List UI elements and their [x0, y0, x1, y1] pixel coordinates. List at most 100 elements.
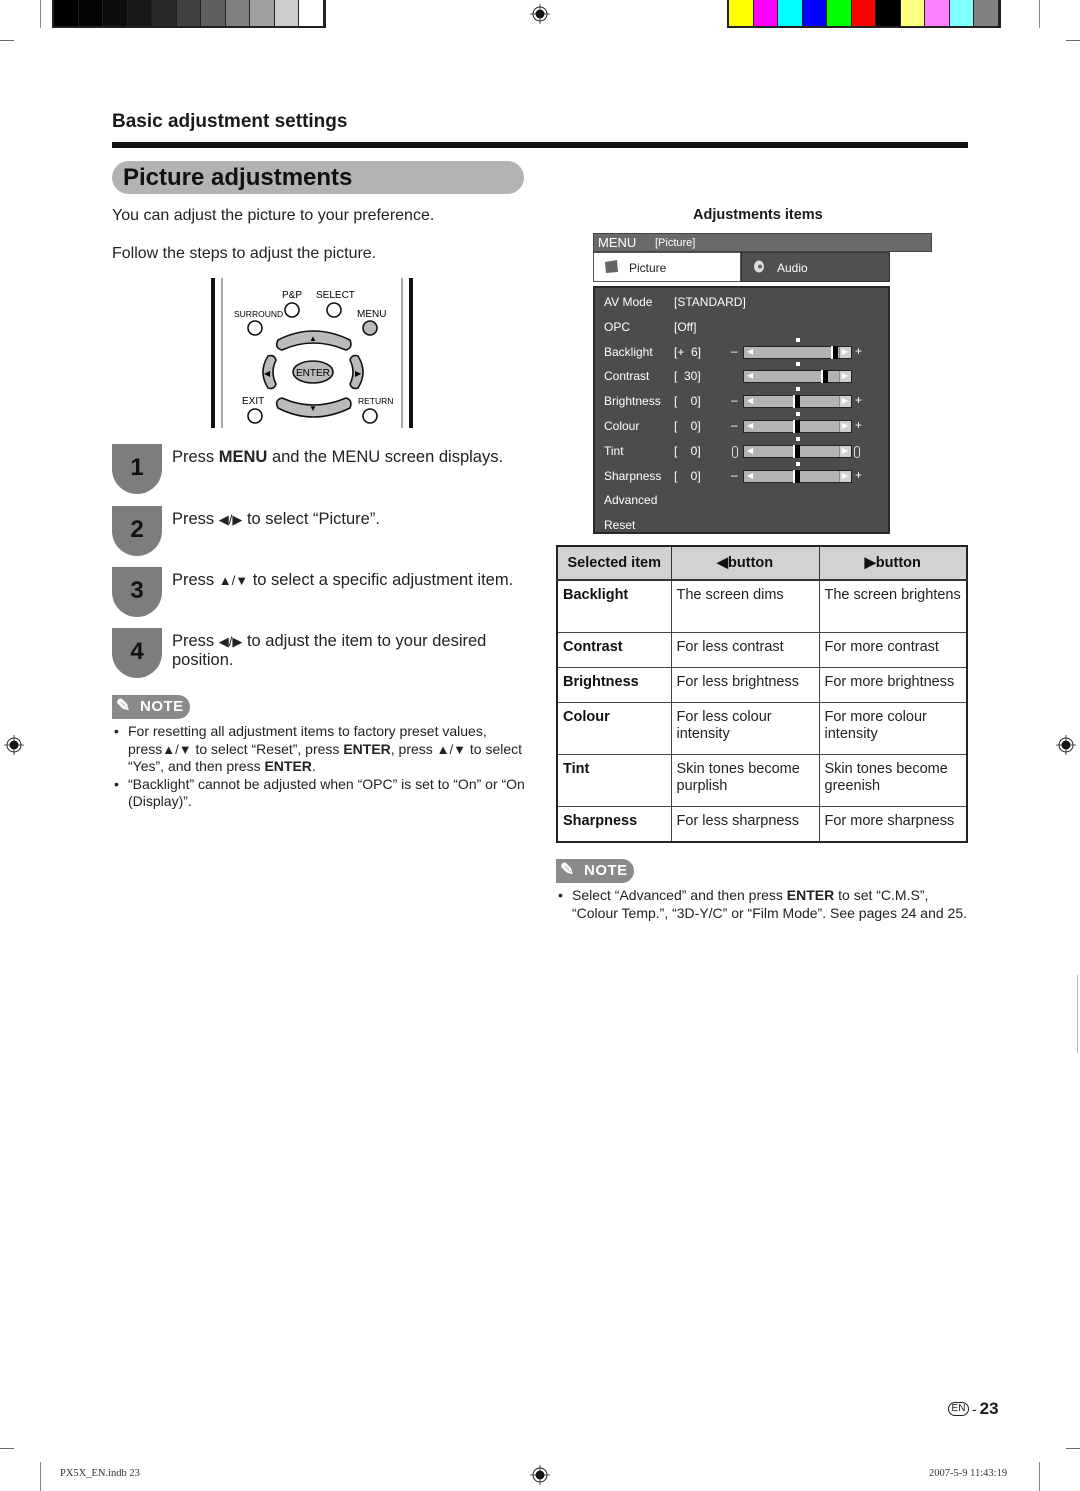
menu-item-av-mode[interactable]: AV Mode [STANDARD] [604, 292, 884, 312]
slider-right-arrow-icon[interactable]: ▶ [842, 371, 848, 380]
slider-left-arrow-icon[interactable]: ◀ [747, 446, 753, 455]
menu-item-opc[interactable]: OPC [Off] [604, 317, 884, 337]
surround-button-icon [247, 320, 263, 336]
slider-knob[interactable] [793, 420, 800, 433]
up-down-arrows-icon: ▲/▼ [218, 573, 249, 588]
tab-picture[interactable]: Picture [593, 252, 741, 282]
slider-center-marker [796, 412, 800, 416]
enter-label: ENTER [296, 368, 330, 379]
trim-line [1077, 975, 1078, 1053]
menu-item-label: Reset [604, 518, 636, 533]
registration-mark-icon [530, 4, 550, 24]
step-number-badge: 2 [112, 506, 162, 556]
menu-item-label: Contrast [604, 369, 650, 384]
slider-knob[interactable] [820, 370, 828, 384]
step-text: Press ▲/▼ to select a specific adjustmen… [172, 571, 514, 589]
menu-path: [Picture] [655, 237, 696, 249]
trim-line [1066, 1448, 1080, 1449]
plus-icon: + [855, 418, 863, 432]
table-row: Backlight The screen dims The screen brigh… [556, 579, 968, 633]
calibration-swatch [851, 0, 876, 26]
plus-icon: + [855, 467, 863, 482]
calibration-swatch [827, 0, 852, 26]
calibration-swatch [127, 0, 152, 26]
menu-item-value: [STANDARD] [674, 295, 746, 309]
trim-line [1066, 40, 1080, 41]
menu-item-reset[interactable]: Reset [604, 515, 884, 535]
plus-icon: + [855, 393, 863, 408]
slider[interactable]: ◀ ▶ [743, 362, 852, 384]
menu-item-value: [ 0] [674, 394, 701, 409]
slider[interactable]: ◀ ▶ [743, 461, 852, 483]
step-number-badge: 1 [112, 444, 162, 494]
calibration-swatch [802, 0, 827, 26]
slider-center-marker [796, 461, 800, 466]
table-row: Brightness For less brightness For more br… [556, 666, 968, 703]
intro-text: You can adjust the picture to your prefe… [112, 207, 435, 224]
slider-knob[interactable] [793, 469, 800, 483]
left-right-arrows-icon: ◀/▶ [218, 634, 243, 649]
footer-timestamp: 2007-5-9 11:43:19 [929, 1468, 1008, 1479]
menu-item-label: Brightness [604, 394, 661, 409]
calibration-swatch [729, 0, 754, 26]
trim-line [0, 40, 14, 41]
slider-right-arrow-icon[interactable]: ▶ [842, 396, 848, 405]
calibration-swatch [250, 0, 275, 26]
slider[interactable]: ◀ ▶ [743, 412, 852, 433]
menu-item-contrast[interactable]: Contrast[ 30] ◀ ▶ [604, 362, 884, 386]
return-label: RETURN [358, 396, 393, 406]
note-item: For resetting all adjustment items to fa… [112, 723, 532, 776]
registration-mark-icon [530, 1465, 550, 1485]
note-item: “Backlight” cannot be adjusted when “OPC… [112, 776, 532, 811]
calibration-swatch [778, 0, 803, 26]
footer-filename: PX5X_EN.indb 23 [60, 1468, 140, 1479]
minus-icon: – [731, 418, 738, 432]
slider[interactable]: ◀ ▶ [743, 387, 852, 409]
slider-right-arrow-icon[interactable]: ▶ [842, 347, 848, 356]
menu-item-value: [ 0] [674, 443, 701, 458]
menu-item-tint[interactable]: Tint[ 0] ◀ ▶ [604, 436, 884, 461]
select-label: SELECT [316, 290, 355, 301]
registration-mark-icon [4, 735, 24, 755]
menu-item-brightness[interactable]: Brightness[ 0] – + ◀ ▶ [604, 387, 884, 411]
slider[interactable]: ◀ ▶ [743, 337, 852, 359]
column-header: ◀button [670, 545, 820, 581]
menu-item-advanced[interactable]: Advanced [604, 490, 884, 510]
slider-left-arrow-icon[interactable]: ◀ [747, 347, 753, 356]
trim-line [0, 1448, 14, 1449]
calibration-swatch [274, 0, 299, 26]
slider-knob[interactable] [831, 345, 839, 359]
tab-audio[interactable]: Audio [741, 252, 890, 282]
step-number-badge: 4 [112, 628, 162, 678]
slider-left-arrow-icon[interactable]: ◀ [747, 421, 753, 430]
slider-left-arrow-icon[interactable]: ◀ [747, 371, 753, 380]
slider-right-arrow-icon[interactable]: ▶ [842, 471, 848, 480]
menu-item-value: [+ 6] [674, 344, 702, 359]
calibration-swatch [974, 0, 999, 26]
calibration-swatch [103, 0, 128, 26]
menu-item-sharpness[interactable]: Sharpness[ 0] – + ◀ ▶ [604, 461, 884, 486]
note-badge: ✎ NOTE [556, 859, 634, 883]
minus-icon: – [731, 467, 738, 482]
column-header: Selected item [556, 545, 672, 581]
menu-item-colour[interactable]: Colour[ 0] – + ◀ ▶ [604, 412, 884, 436]
slider-knob[interactable] [793, 395, 800, 409]
menu-item-backlight[interactable]: Backlight [+ 6] – + ◀ ▶ [604, 337, 884, 362]
menu-item-label: OPC [604, 319, 631, 334]
calibration-swatch [753, 0, 778, 26]
left-arrow-icon: ◀ [264, 369, 271, 378]
calibration-swatch [949, 0, 974, 26]
slider-right-arrow-icon[interactable]: ▶ [842, 446, 848, 455]
plus-icon: + [855, 343, 863, 358]
note-badge: ✎ NOTE [112, 695, 190, 719]
audio-icon [754, 260, 764, 273]
menu-item-label: Sharpness [604, 468, 662, 483]
section-title: Basic adjustment settings [112, 111, 348, 132]
slider[interactable]: ◀ ▶ [743, 436, 852, 458]
adjustments-caption: Adjustments items [693, 207, 823, 223]
note-list: For resetting all adjustment items to fa… [112, 723, 532, 811]
slider-knob[interactable] [793, 444, 800, 458]
slider-left-arrow-icon[interactable]: ◀ [747, 471, 753, 480]
slider-left-arrow-icon[interactable]: ◀ [747, 396, 753, 405]
slider-right-arrow-icon[interactable]: ▶ [842, 421, 848, 430]
